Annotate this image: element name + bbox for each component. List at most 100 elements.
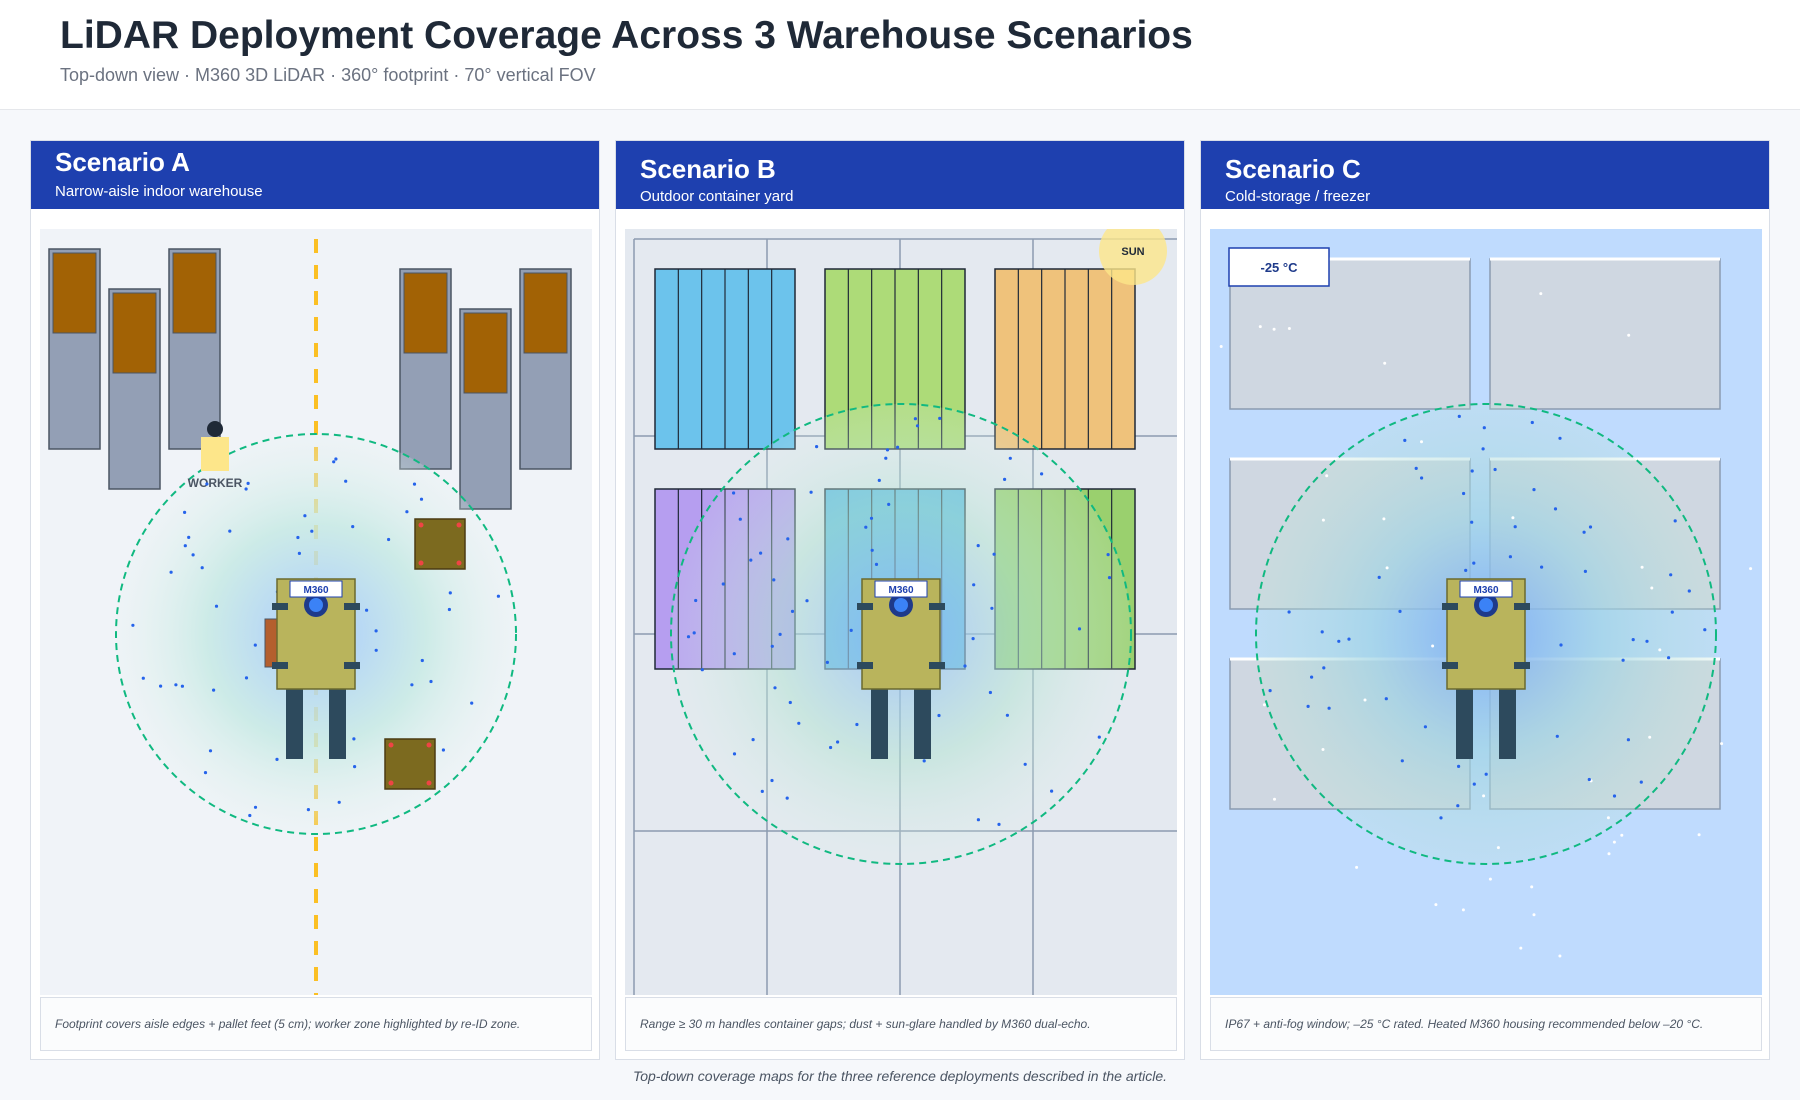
lidar-point	[1023, 762, 1027, 766]
lidar-point	[913, 417, 917, 421]
lidar-point	[1310, 675, 1314, 679]
lidar-point	[334, 457, 338, 461]
lidar-point	[159, 684, 163, 688]
lidar-point	[759, 551, 763, 555]
lidar-point	[788, 700, 792, 705]
lidar-point	[1703, 628, 1707, 632]
lidar-point	[1347, 637, 1351, 641]
scenario-c-description: Cold-storage / freezer	[1225, 188, 1371, 205]
lidar-point	[972, 583, 976, 587]
lidar-point	[885, 448, 890, 452]
frost-particle	[1420, 440, 1423, 444]
frost-particle	[1321, 518, 1325, 522]
lidar-point	[1320, 630, 1324, 634]
frost-particle	[1219, 345, 1223, 348]
lidar-point	[169, 570, 173, 574]
lidar-point	[1005, 713, 1009, 717]
lidar-point	[937, 713, 941, 718]
lidar-point	[1621, 658, 1625, 662]
lidar-point	[772, 578, 776, 582]
lidar-point	[1008, 456, 1012, 460]
scenario-c-map: -25 °C M360	[1210, 229, 1762, 995]
worker-tag: WORKER	[188, 476, 243, 490]
scenario-a-panel: Scenario A Narrow-aisle indoor warehouse	[30, 140, 600, 1060]
scenario-c-panel: Scenario C Cold-storage / freezer -25 °C…	[1200, 140, 1770, 1060]
lidar-point	[874, 562, 879, 566]
lidar-point	[296, 535, 300, 540]
lidar-point	[922, 759, 926, 763]
pallet-2	[384, 738, 436, 790]
lidar-point	[174, 683, 178, 687]
lidar-point	[1470, 520, 1474, 524]
lidar-point	[869, 516, 874, 520]
lidar-point	[1457, 414, 1461, 418]
scenario-a-description: Narrow-aisle indoor warehouse	[55, 183, 263, 200]
lidar-point	[1626, 738, 1630, 742]
lidar-point	[1667, 656, 1671, 660]
frost-particle	[1539, 292, 1543, 296]
lidar-point	[1050, 789, 1054, 793]
lidar-point	[131, 623, 135, 627]
lidar-point	[1400, 759, 1404, 763]
scenario-b-caption-box: Range ≥ 30 m handles container gaps; dus…	[625, 997, 1177, 1051]
lidar-point	[447, 607, 451, 612]
scenario-b-panel: Scenario B Outdoor container yard SUN M3…	[615, 140, 1185, 1060]
lidar-point	[805, 599, 809, 603]
lidar-point	[887, 502, 891, 506]
lidar-point	[1553, 507, 1558, 511]
lidar-point	[1587, 777, 1591, 782]
lidar-point	[1687, 589, 1691, 593]
frost-particle	[1749, 567, 1753, 571]
lidar-point	[470, 701, 474, 705]
frost-particle	[1383, 361, 1387, 365]
frost-particle	[1363, 698, 1367, 702]
lidar-point	[352, 737, 356, 741]
lidar-point	[141, 676, 145, 680]
lidar-point	[749, 558, 753, 562]
lidar-point	[412, 482, 417, 486]
lidar-point	[864, 525, 868, 529]
lidar-point	[1287, 610, 1291, 614]
scenario-c-title: Scenario C	[1225, 154, 1361, 184]
scenario-b-header: Scenario B Outdoor container yard	[616, 141, 1184, 209]
device-label: M360	[303, 585, 328, 596]
lidar-point	[773, 686, 777, 690]
frost-particle	[1382, 517, 1386, 521]
lidar-point	[228, 529, 232, 533]
scenario-c-header: Scenario C Cold-storage / freezer	[1201, 141, 1769, 209]
lidar-point	[344, 479, 348, 483]
scenario-a-header: Scenario A Narrow-aisle indoor warehouse	[31, 141, 599, 209]
frost-particle	[1273, 797, 1276, 801]
lidar-point	[1106, 553, 1110, 557]
lidar-point	[732, 491, 736, 495]
lidar-point	[896, 445, 900, 449]
container-blue-1	[654, 268, 796, 450]
frost-particle	[1355, 865, 1359, 869]
lidar-point	[992, 552, 996, 556]
lidar-point	[997, 822, 1001, 827]
lidar-point	[420, 658, 424, 663]
scenario-b-svg: SUN M360	[625, 229, 1177, 995]
lidar-point	[191, 553, 195, 557]
lidar-point	[253, 805, 258, 809]
figure-caption: Top-down coverage maps for the three ref…	[632, 1068, 1168, 1084]
lidar-point	[306, 808, 310, 812]
pallet-1	[414, 518, 466, 570]
lidar-point	[1482, 426, 1486, 430]
lidar-point	[212, 688, 216, 692]
scenario-a-title: Scenario A	[55, 147, 190, 177]
lidar-point	[1327, 706, 1331, 710]
scenario-b-caption: Range ≥ 30 m handles container gaps; dus…	[640, 1017, 1091, 1031]
frost-particle	[1287, 327, 1291, 330]
lidar-point	[1472, 782, 1476, 786]
lidar-point	[374, 629, 378, 633]
lidar-point	[1670, 610, 1674, 614]
lidar-point	[183, 510, 187, 514]
lidar-point	[770, 778, 774, 783]
device-label: M360	[888, 585, 913, 596]
lidar-point	[1583, 569, 1587, 573]
lidar-point	[1582, 530, 1586, 534]
frost-particle	[1321, 748, 1325, 751]
lidar-point	[365, 608, 369, 612]
lidar-point	[963, 664, 967, 668]
